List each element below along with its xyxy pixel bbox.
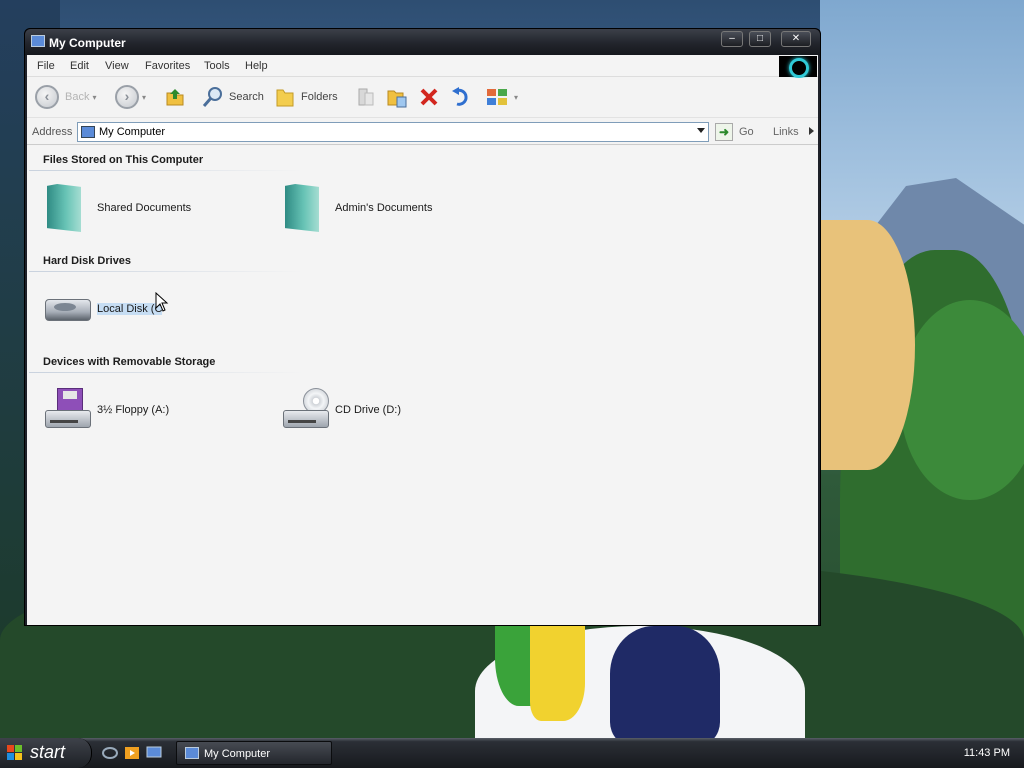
group-divider: [29, 170, 304, 171]
search-label: Search: [229, 91, 264, 103]
group-header-files: Files Stored on This Computer: [43, 154, 204, 166]
windows-flag-icon: [7, 745, 23, 761]
back-arrow-icon: ‹: [35, 85, 59, 109]
maximize-button[interactable]: □: [749, 31, 771, 47]
menu-tools[interactable]: Tools: [204, 60, 230, 72]
up-folder-icon: [166, 89, 184, 106]
views-button[interactable]: ▾: [485, 84, 518, 110]
group-divider: [29, 372, 304, 373]
folders-button[interactable]: Folders: [273, 84, 338, 110]
item-label: Admin's Documents: [335, 202, 433, 214]
system-clock[interactable]: 11:43 PM: [964, 747, 1010, 759]
menu-file[interactable]: File: [37, 60, 55, 72]
links-button[interactable]: Links: [773, 126, 799, 138]
my-computer-icon: [31, 35, 45, 47]
taskbar-button-my-computer[interactable]: My Computer: [176, 741, 332, 765]
taskbar: start My Computer 11:43 PM: [0, 738, 1024, 768]
search-button[interactable]: Search: [201, 84, 264, 110]
up-folder-button[interactable]: [163, 84, 187, 110]
item-local-disk-c[interactable]: Local Disk (C: [43, 285, 243, 337]
item-admins-documents[interactable]: Admin's Documents: [281, 184, 481, 236]
menu-help[interactable]: Help: [245, 60, 268, 72]
menu-view[interactable]: View: [105, 60, 129, 72]
quicklaunch-media-player-icon[interactable]: [124, 746, 140, 760]
item-shared-documents[interactable]: Shared Documents: [43, 184, 243, 236]
undo-button[interactable]: [449, 84, 473, 110]
floppy-drive-icon: [45, 388, 93, 430]
window-client-area: File Edit View Favorites Tools Help ‹ Ba…: [27, 55, 818, 625]
taskbar-button-label: My Computer: [204, 748, 271, 760]
close-button[interactable]: ✕: [781, 31, 811, 47]
item-label: CD Drive (D:): [335, 404, 401, 416]
menu-favorites[interactable]: Favorites: [145, 60, 190, 72]
my-computer-window: My Computer – □ ✕ File Edit View Favorit…: [24, 28, 821, 626]
folders-label: Folders: [301, 91, 338, 103]
views-dropdown-icon[interactable]: ▾: [514, 93, 518, 102]
item-label: Shared Documents: [97, 202, 192, 214]
folder-icon: [285, 184, 319, 232]
wallpaper-character: [610, 626, 720, 746]
item-floppy-a[interactable]: 3½ Floppy (A:): [43, 386, 243, 438]
wallpaper-character: [530, 626, 585, 721]
item-label: 3½ Floppy (A:): [97, 404, 170, 416]
wallpaper-character: [820, 220, 915, 470]
item-cd-drive-d[interactable]: CD Drive (D:): [281, 386, 481, 438]
group-header-removable-storage: Devices with Removable Storage: [43, 356, 216, 368]
undo-icon: [452, 87, 468, 106]
group-header-hard-disk-drives: Hard Disk Drives: [43, 255, 132, 267]
window-title: My Computer: [49, 36, 126, 50]
delete-button[interactable]: [417, 84, 441, 110]
forward-arrow-icon: ›: [115, 85, 139, 109]
item-label: Local Disk (C: [97, 303, 163, 315]
forward-button[interactable]: › ▾: [115, 84, 146, 110]
delete-icon: [420, 88, 438, 106]
start-button[interactable]: start: [0, 738, 92, 768]
quicklaunch-browser-icon[interactable]: [102, 746, 118, 760]
back-dropdown-icon[interactable]: ▾: [92, 93, 96, 102]
cd-drive-icon: [283, 388, 331, 430]
copy-to-button[interactable]: [385, 84, 409, 110]
title-bar[interactable]: My Computer – □ ✕: [25, 29, 820, 55]
menu-edit[interactable]: Edit: [70, 60, 89, 72]
address-bar: Address My Computer ➜ Go Links: [27, 119, 818, 145]
address-dropdown-icon[interactable]: [697, 128, 705, 133]
go-button[interactable]: Go: [739, 126, 754, 138]
back-button[interactable]: ‹ Back ▾: [35, 84, 96, 110]
hard-disk-icon: [45, 299, 91, 321]
my-computer-icon: [185, 747, 199, 759]
go-arrow-icon[interactable]: ➜: [715, 123, 733, 141]
menu-bar: File Edit View Favorites Tools Help: [27, 55, 818, 78]
folders-icon: [276, 89, 294, 107]
toolbar: ‹ Back ▾ › ▾ Search Folders ▾: [27, 78, 818, 118]
windows-logo-icon: [779, 56, 817, 78]
file-list-area: Files Stored on This Computer Shared Doc…: [27, 146, 818, 625]
minimize-button[interactable]: –: [721, 31, 743, 47]
address-label: Address: [32, 126, 73, 138]
group-divider: [29, 271, 304, 272]
search-icon: [202, 87, 222, 107]
folder-icon: [47, 184, 81, 232]
back-label: Back: [65, 91, 90, 103]
links-expand-icon[interactable]: [809, 127, 814, 135]
start-label: start: [30, 742, 66, 762]
views-icon: [487, 89, 507, 105]
forward-dropdown-icon[interactable]: ▾: [142, 93, 146, 102]
quicklaunch-show-desktop-icon[interactable]: [146, 746, 162, 760]
move-to-icon: [358, 88, 374, 106]
copy-to-icon: [387, 90, 407, 108]
address-value: My Computer: [99, 126, 166, 138]
my-computer-icon: [81, 126, 95, 138]
address-input[interactable]: My Computer: [77, 122, 709, 142]
move-to-button[interactable]: [353, 84, 377, 110]
